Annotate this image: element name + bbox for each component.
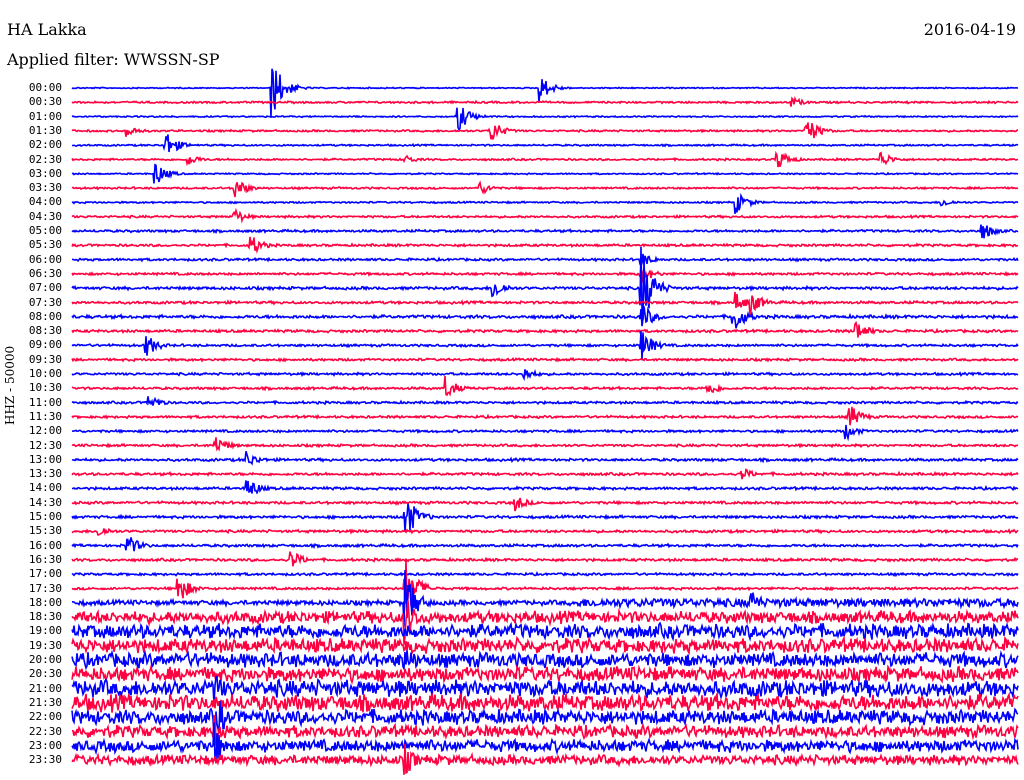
trace-0130 xyxy=(71,122,1019,140)
trace-1100 xyxy=(71,396,1019,406)
trace-0400 xyxy=(71,192,1019,214)
trace-2000 xyxy=(71,649,1019,672)
trace-0330 xyxy=(71,180,1019,198)
trace-0030 xyxy=(71,95,1019,107)
trace-0630 xyxy=(71,266,1019,284)
trace-1230 xyxy=(71,437,1019,452)
trace-2030 xyxy=(71,663,1019,685)
trace-0730 xyxy=(71,291,1019,317)
trace-0430 xyxy=(71,207,1019,224)
helicorder-plot xyxy=(71,68,1019,775)
trace-0530 xyxy=(71,236,1019,255)
trace-0100 xyxy=(71,107,1019,131)
trace-0600 xyxy=(71,253,1019,269)
trace-1400 xyxy=(72,480,1019,495)
trace-1900 xyxy=(71,621,1019,642)
trace-1700 xyxy=(71,570,1019,578)
trace-0200 xyxy=(71,134,1019,153)
trace-1030 xyxy=(71,376,1019,397)
trace-1730 xyxy=(71,559,1019,606)
trace-0900 xyxy=(71,331,1019,361)
trace-1200 xyxy=(71,424,1019,442)
trace-1000 xyxy=(71,368,1019,382)
trace-0230 xyxy=(71,150,1019,168)
trace-1600 xyxy=(71,537,1019,552)
trace-1500 xyxy=(71,503,1019,532)
trace-1330 xyxy=(71,468,1019,480)
trace-1630 xyxy=(71,551,1019,567)
trace-0830 xyxy=(71,320,1019,338)
trace-1130 xyxy=(71,406,1019,426)
trace-1930 xyxy=(71,635,1019,656)
trace-1530 xyxy=(71,527,1019,536)
trace-0500 xyxy=(71,224,1019,239)
trace-0300 xyxy=(71,163,1019,184)
trace-0800 xyxy=(71,306,1019,329)
trace-0000 xyxy=(71,68,1019,118)
trace-1300 xyxy=(71,450,1019,466)
trace-0930 xyxy=(71,356,1019,363)
trace-1430 xyxy=(71,497,1019,512)
